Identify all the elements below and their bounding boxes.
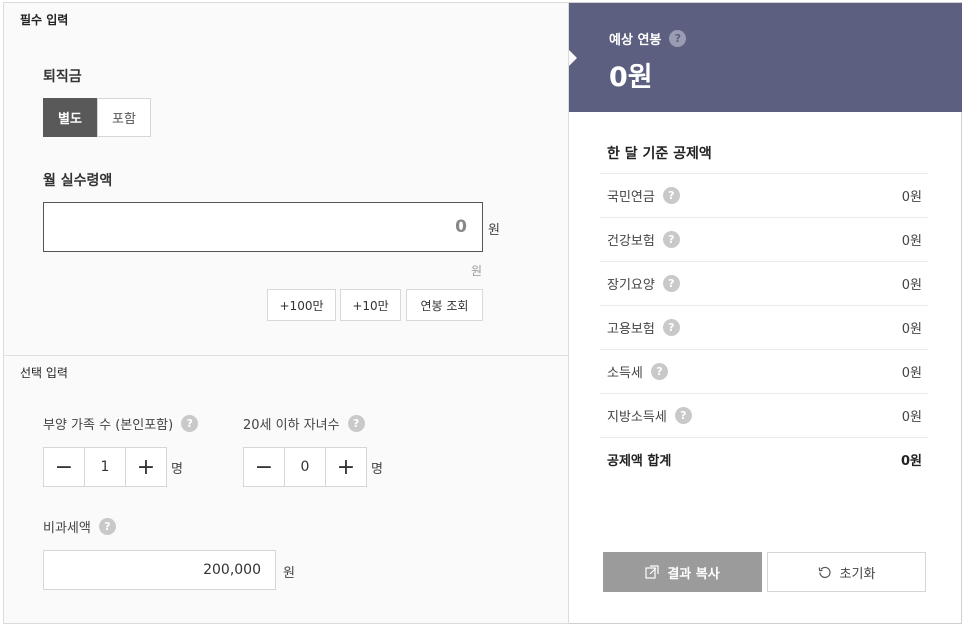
children-label-group: 20세 이하 자녀수 ? <box>243 414 365 433</box>
children-label: 20세 이하 자녀수 <box>243 418 340 433</box>
list-item: 국민연금? 0원 <box>600 173 928 217</box>
deduction-value: 0원 <box>901 322 922 337</box>
deduction-value: 0원 <box>901 190 922 205</box>
dependents-unit: 명 <box>171 462 183 477</box>
section-divider <box>4 355 569 356</box>
plus-icon[interactable]: + <box>126 448 166 486</box>
monthly-salary-input[interactable]: 0 <box>43 202 483 252</box>
question-circle-icon[interactable]: ? <box>347 415 365 432</box>
dependents-stepper: − 1 + <box>43 447 167 487</box>
list-item: 지방소득세? 0원 <box>600 393 928 437</box>
dependents-label: 부양 가족 수 (본인포함) <box>43 418 174 433</box>
deduction-total-value: 0원 <box>900 454 922 469</box>
copy-icon <box>645 565 659 579</box>
children-unit: 명 <box>371 462 383 477</box>
deduction-total-label: 공제액 합계 <box>607 454 672 469</box>
dependents-value[interactable]: 1 <box>84 448 126 486</box>
deduction-value: 0원 <box>901 410 922 425</box>
children-stepper: − 0 + <box>243 447 367 487</box>
question-circle-icon[interactable]: ? <box>662 319 680 336</box>
non-taxable-unit: 원 <box>283 566 295 581</box>
salary-label: 월 실수령액 <box>43 173 113 189</box>
copy-result-label: 결과 복사 <box>667 566 720 582</box>
reset-button[interactable]: 초기화 <box>767 552 926 592</box>
severance-option-separate[interactable]: 별도 <box>43 98 97 137</box>
deduction-name: 지방소득세 <box>607 410 667 425</box>
result-panel: 예상 연봉 ? 0원 한 달 기준 공제액 국민연금? 0원 건강보험? 0원 … <box>569 2 962 624</box>
expected-salary-amount: 0원 <box>609 62 653 93</box>
deduction-total-row: 공제액 합계 0원 <box>600 437 928 481</box>
children-value[interactable]: 0 <box>284 448 326 486</box>
deduction-title: 한 달 기준 공제액 <box>607 146 712 162</box>
list-item: 장기요양? 0원 <box>600 261 928 305</box>
deduction-name: 장기요양 <box>607 278 655 293</box>
question-circle-icon[interactable]: ? <box>662 275 680 292</box>
add-1m-button[interactable]: +100만 <box>267 289 336 321</box>
list-item: 소득세? 0원 <box>600 349 928 393</box>
header-pointer <box>569 50 577 66</box>
result-header: 예상 연봉 ? 0원 <box>569 3 962 112</box>
question-circle-icon[interactable]: ? <box>669 30 687 47</box>
salary-lookup-button[interactable]: 연봉 조회 <box>406 289 483 321</box>
non-taxable-label: 비과세액 <box>43 521 91 536</box>
reset-icon <box>818 566 831 579</box>
optional-section-title: 선택 입력 <box>20 366 68 380</box>
list-item: 건강보험? 0원 <box>600 217 928 261</box>
non-taxable-input[interactable]: 200,000 <box>43 550 276 590</box>
deduction-name: 국민연금 <box>607 190 655 205</box>
deduction-list: 국민연금? 0원 건강보험? 0원 장기요양? 0원 고용보험? 0원 소득세?… <box>600 173 928 481</box>
question-circle-icon[interactable]: ? <box>650 363 668 380</box>
minus-icon[interactable]: − <box>44 448 84 486</box>
question-circle-icon[interactable]: ? <box>662 231 680 248</box>
copy-result-button[interactable]: 결과 복사 <box>603 552 762 592</box>
deduction-value: 0원 <box>901 278 922 293</box>
severance-option-included[interactable]: 포함 <box>97 98 151 137</box>
expected-salary-title: 예상 연봉 <box>609 33 662 48</box>
salary-unit: 원 <box>488 223 500 238</box>
question-circle-icon[interactable]: ? <box>181 415 199 432</box>
plus-icon[interactable]: + <box>326 448 366 486</box>
deduction-name: 소득세 <box>607 366 643 381</box>
question-circle-icon[interactable]: ? <box>98 518 116 535</box>
deduction-name: 고용보험 <box>607 322 655 337</box>
deduction-name: 건강보험 <box>607 234 655 249</box>
input-panel: 필수 입력 퇴직금 별도 포함 월 실수령액 0 원 원 +100만 +10만 … <box>3 2 569 624</box>
deduction-value: 0원 <box>901 234 922 249</box>
list-item: 고용보험? 0원 <box>600 305 928 349</box>
minus-icon[interactable]: − <box>244 448 284 486</box>
severance-toggle: 별도 포함 <box>43 98 151 137</box>
reset-label: 초기화 <box>839 566 876 582</box>
add-100k-button[interactable]: +10만 <box>340 289 401 321</box>
severance-label: 퇴직금 <box>43 69 82 85</box>
non-taxable-label-group: 비과세액 ? <box>43 517 116 536</box>
question-circle-icon[interactable]: ? <box>662 187 680 204</box>
required-section-title: 필수 입력 <box>20 13 69 27</box>
question-circle-icon[interactable]: ? <box>674 407 692 424</box>
dependents-label-group: 부양 가족 수 (본인포함) ? <box>43 414 199 433</box>
deduction-value: 0원 <box>901 366 922 381</box>
salary-hint: 원 <box>471 264 483 278</box>
expected-salary-title-group: 예상 연봉 ? <box>609 29 687 48</box>
